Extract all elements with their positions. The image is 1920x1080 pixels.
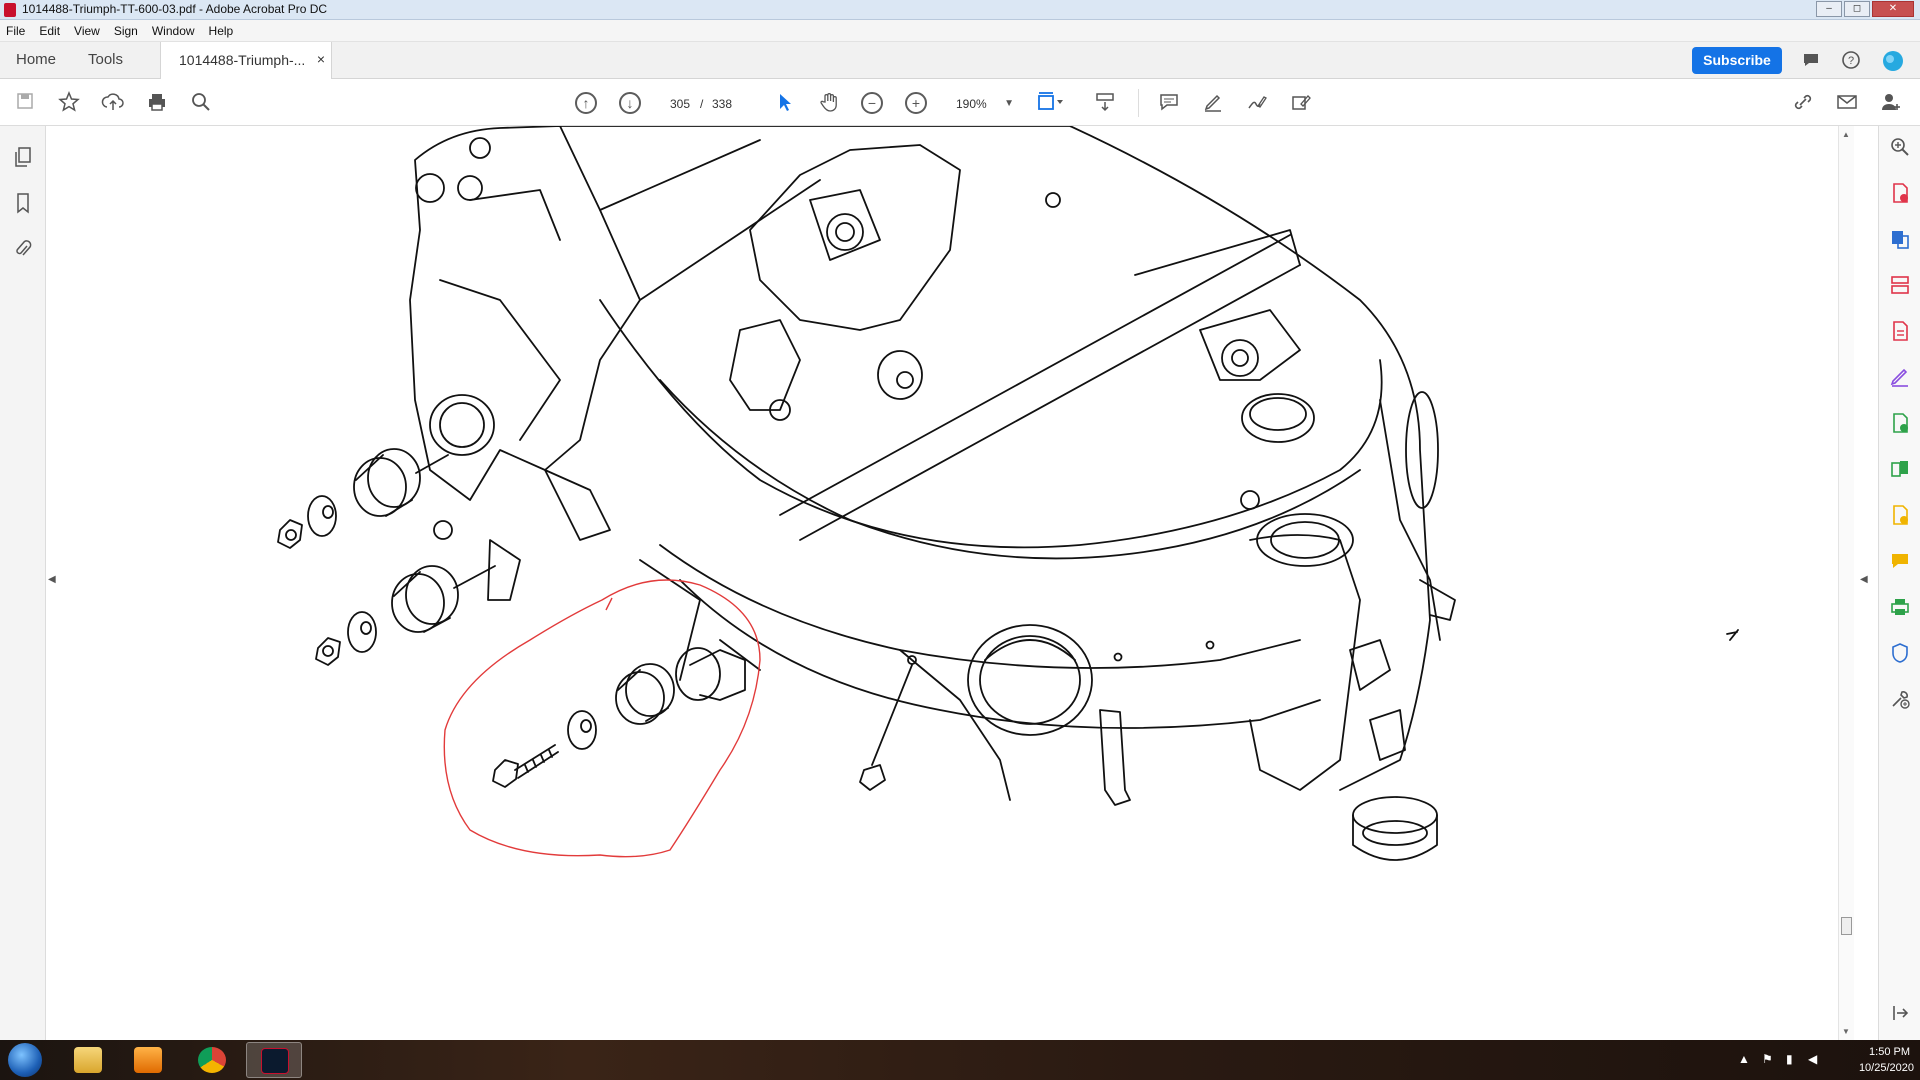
- page-total: 338: [712, 97, 733, 111]
- tab-bar: Home Tools 1014488-Triumph-... ×: [0, 42, 1920, 79]
- bookmarks-icon[interactable]: [11, 192, 35, 216]
- collapse-left-pane-icon[interactable]: ◀: [48, 574, 56, 585]
- upload-cloud-icon[interactable]: [100, 91, 126, 117]
- print-icon[interactable]: [144, 91, 170, 117]
- help-icon[interactable]: ?: [1840, 50, 1862, 72]
- page-thumbnails-icon[interactable]: [11, 146, 35, 170]
- page-number-input[interactable]: 305: [662, 93, 698, 115]
- export-pdf-icon[interactable]: [1888, 228, 1912, 252]
- chrome-button[interactable]: [184, 1042, 240, 1078]
- menu-bar: File Edit View Sign Window Help: [0, 20, 1920, 42]
- clock-time[interactable]: 1:50 PM: [1869, 1046, 1910, 1058]
- tab-home[interactable]: Home: [16, 51, 56, 68]
- organize-pages-icon[interactable]: [1888, 274, 1912, 298]
- fill-sign-icon[interactable]: [1288, 91, 1314, 117]
- svg-text:?: ?: [1848, 55, 1854, 67]
- acrobat-app-icon: [4, 3, 16, 17]
- bookmark-star-icon[interactable]: [56, 91, 82, 117]
- menu-file[interactable]: File: [6, 24, 25, 38]
- maximize-button[interactable]: ◻: [1844, 1, 1870, 17]
- media-player-icon: [134, 1047, 162, 1073]
- page-separator: /: [700, 97, 704, 111]
- minimize-button[interactable]: –: [1816, 1, 1842, 17]
- menu-view[interactable]: View: [74, 24, 100, 38]
- title-bar: 1014488-Triumph-TT-600-03.pdf - Adobe Ac…: [0, 0, 1920, 20]
- search-zoom-icon[interactable]: [1888, 136, 1912, 160]
- email-icon[interactable]: [1834, 91, 1860, 117]
- action-center-flag-icon[interactable]: ⚑: [1762, 1052, 1773, 1066]
- add-comment-icon[interactable]: [1156, 91, 1182, 117]
- add-user-icon[interactable]: [1878, 91, 1904, 117]
- toolbar-divider: [1138, 89, 1139, 117]
- scroll-down-icon[interactable]: ▼: [1842, 1027, 1850, 1036]
- comment-icon[interactable]: [1888, 550, 1912, 574]
- chevron-down-icon: ▼: [1004, 98, 1014, 109]
- zoom-level-select[interactable]: 190% ▼: [950, 93, 1016, 115]
- start-button[interactable]: [8, 1043, 42, 1077]
- volume-icon[interactable]: ◀: [1808, 1052, 1817, 1066]
- subscribe-button[interactable]: Subscribe: [1692, 47, 1782, 74]
- media-player-button[interactable]: [120, 1042, 176, 1078]
- navigation-pane: [0, 126, 46, 1040]
- acrobat-button[interactable]: [246, 1042, 302, 1078]
- menu-help[interactable]: Help: [209, 24, 234, 38]
- search-icon[interactable]: [188, 91, 214, 117]
- vertical-scrollbar[interactable]: ▲ ▼: [1838, 126, 1854, 1040]
- select-cursor-icon[interactable]: [772, 91, 798, 117]
- save-icon[interactable]: [12, 91, 38, 117]
- edit-pdf-icon[interactable]: [1888, 320, 1912, 344]
- zoom-out-icon[interactable]: −: [861, 92, 883, 114]
- combine-files-icon[interactable]: [1888, 412, 1912, 436]
- compare-icon[interactable]: [1888, 458, 1912, 482]
- windows-taskbar: ▲ ⚑ ▮ ◀ 1:50 PM 10/25/2020: [0, 1040, 1920, 1080]
- fit-page-icon[interactable]: [1036, 91, 1063, 117]
- clock-date[interactable]: 10/25/2020: [1859, 1062, 1914, 1074]
- show-hidden-icons-icon[interactable]: ▲: [1738, 1052, 1750, 1066]
- file-explorer-button[interactable]: [60, 1042, 116, 1078]
- attachments-icon[interactable]: [11, 238, 35, 262]
- tools-pane: [1878, 126, 1920, 1040]
- send-for-review-icon[interactable]: [1888, 504, 1912, 528]
- window-controls: – ◻ ✕: [1816, 1, 1914, 17]
- tab-tools[interactable]: Tools: [88, 51, 123, 68]
- window-title: 1014488-Triumph-TT-600-03.pdf - Adobe Ac…: [22, 2, 328, 16]
- close-window-button[interactable]: ✕: [1872, 1, 1914, 17]
- comment-icon[interactable]: [1800, 50, 1822, 72]
- share-link-icon[interactable]: [1790, 91, 1816, 117]
- zoom-level-value: 190%: [956, 97, 987, 111]
- acrobat-icon: [261, 1048, 289, 1074]
- menu-sign[interactable]: Sign: [114, 24, 138, 38]
- previous-page-icon[interactable]: ↑: [575, 92, 597, 114]
- create-pdf-icon[interactable]: [1888, 182, 1912, 206]
- print-production-icon[interactable]: [1888, 596, 1912, 620]
- account-icon[interactable]: [1882, 50, 1904, 72]
- tab-document[interactable]: 1014488-Triumph-... ×: [160, 42, 332, 79]
- file-explorer-icon: [74, 1047, 102, 1073]
- menu-window[interactable]: Window: [152, 24, 195, 38]
- zoom-in-icon[interactable]: +: [905, 92, 927, 114]
- scrollbar-thumb[interactable]: [1841, 917, 1852, 935]
- hand-tool-icon[interactable]: [816, 91, 842, 117]
- network-icon[interactable]: ▮: [1786, 1052, 1793, 1066]
- document-tab-label: 1014488-Triumph-...: [179, 52, 306, 68]
- highlight-pen-icon[interactable]: [1200, 91, 1226, 117]
- system-tray: ▲ ⚑ ▮ ◀ 1:50 PM 10/25/2020: [1720, 1040, 1920, 1080]
- fill-sign-icon[interactable]: [1888, 366, 1912, 390]
- more-tools-icon[interactable]: [1888, 688, 1912, 712]
- scroll-mode-icon[interactable]: [1092, 91, 1118, 117]
- document-page[interactable]: [62, 126, 1838, 1040]
- frame-drawing: [277, 126, 1739, 861]
- scroll-up-icon[interactable]: ▲: [1842, 130, 1850, 139]
- collapse-right-pane-icon[interactable]: ◀: [1860, 574, 1868, 585]
- next-page-icon[interactable]: ↓: [619, 92, 641, 114]
- main-toolbar: ↑ ↓ 305 / 338 − + 190% ▼: [0, 79, 1920, 126]
- collapse-tools-icon[interactable]: [1888, 1002, 1912, 1026]
- sign-icon[interactable]: [1244, 91, 1270, 117]
- menu-edit[interactable]: Edit: [39, 24, 60, 38]
- close-tab-icon[interactable]: ×: [317, 51, 325, 67]
- chrome-icon: [198, 1047, 226, 1073]
- protect-icon[interactable]: [1888, 642, 1912, 666]
